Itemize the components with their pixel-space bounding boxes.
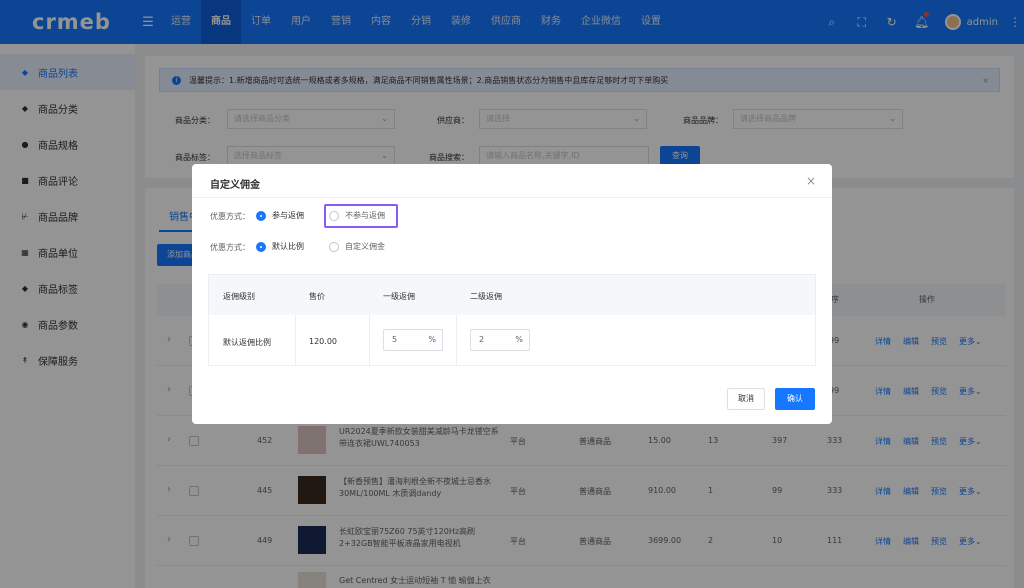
ratio-option-label: 优惠方式： <box>210 243 250 252</box>
dialog-title: 自定义佣金 <box>210 180 260 191</box>
column-divider <box>456 315 457 365</box>
custom-commission-dialog: 自定义佣金 × 优惠方式： 参与返佣 不参与返佣 优惠方式： 默认比例 自定义佣… <box>192 164 832 424</box>
radio-unchecked-icon <box>329 210 339 221</box>
radio-label: 参与返佣 <box>272 211 304 220</box>
dialog-divider <box>192 197 832 198</box>
radio-no-commission[interactable]: 不参与返佣 <box>329 210 385 221</box>
cancel-button[interactable]: 取消 <box>727 388 765 410</box>
radio-custom-commission[interactable]: 自定义佣金 <box>329 241 385 252</box>
level2-value: 2 <box>479 335 485 344</box>
confirm-button[interactable]: 确认 <box>775 388 815 410</box>
radio-checked-icon <box>256 210 266 221</box>
percent-unit: % <box>515 335 523 344</box>
commission-table: 返佣级别 售价 一级返佣 二级返佣 默认返佣比例 120.00 5% 2% <box>208 274 816 366</box>
column-header-level2: 二级返佣 <box>470 292 502 301</box>
radio-checked-icon <box>256 241 266 252</box>
level2-commission-input[interactable]: 2% <box>470 329 530 351</box>
column-divider <box>369 315 370 365</box>
radio-join-commission[interactable]: 参与返佣 <box>256 210 304 221</box>
column-divider <box>295 315 296 365</box>
radio-unchecked-icon <box>329 241 339 252</box>
price-cell: 120.00 <box>309 337 337 346</box>
close-icon[interactable]: × <box>806 174 816 188</box>
radio-default-ratio[interactable]: 默认比例 <box>256 241 304 252</box>
radio-label: 默认比例 <box>272 242 304 251</box>
commission-table-header: 返佣级别 售价 一级返佣 二级返佣 <box>209 275 815 315</box>
percent-unit: % <box>428 335 436 344</box>
level1-commission-input[interactable]: 5% <box>383 329 443 351</box>
commission-option-label: 优惠方式： <box>210 212 250 221</box>
column-header-level1: 一级返佣 <box>383 292 415 301</box>
column-header-level: 返佣级别 <box>223 292 255 301</box>
level-cell: 默认返佣比例 <box>223 338 271 347</box>
radio-label: 不参与返佣 <box>345 211 385 220</box>
column-header-price: 售价 <box>309 292 325 301</box>
level1-value: 5 <box>392 335 398 344</box>
radio-label: 自定义佣金 <box>345 242 385 251</box>
